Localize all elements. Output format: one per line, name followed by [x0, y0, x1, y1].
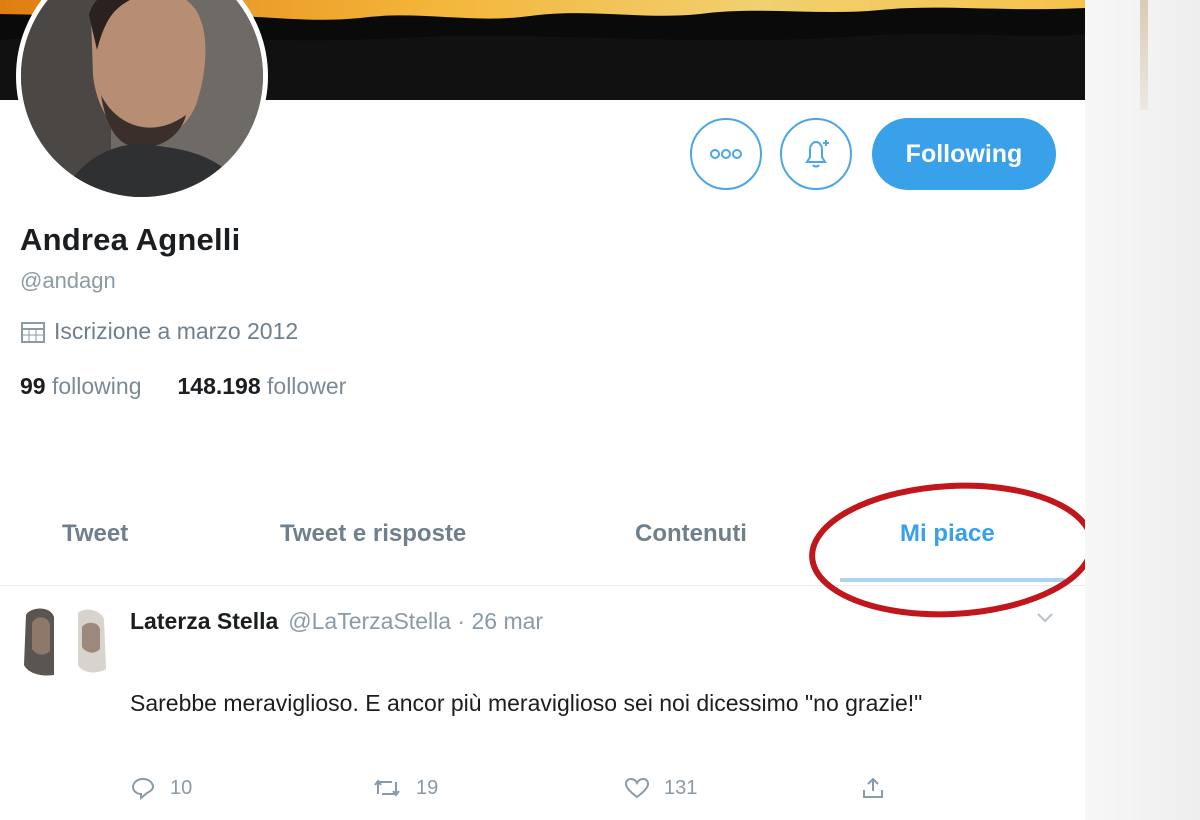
page-background — [1085, 0, 1200, 820]
tab-contenuti[interactable]: Contenuti — [635, 520, 747, 548]
following-count: 99 — [20, 373, 46, 399]
profile-stats: 99 following 148.198 follower — [20, 373, 346, 400]
profile-card: Following Andrea Agnelli @andagn Iscrizi… — [0, 0, 1085, 820]
following-button[interactable]: Following — [872, 118, 1056, 190]
tweet-handle[interactable]: @LaTerzaStella — [288, 608, 451, 634]
followers-stat[interactable]: 148.198 follower — [177, 373, 346, 400]
join-date: Iscrizione a marzo 2012 — [20, 318, 298, 345]
following-label: following — [51, 373, 142, 399]
tab-mi-piace[interactable]: Mi piace — [900, 520, 995, 548]
reply-count: 10 — [170, 776, 193, 799]
reply-button[interactable]: 10 — [130, 776, 192, 800]
followers-count: 148.198 — [177, 373, 261, 399]
reply-icon — [131, 777, 155, 800]
following-stat[interactable]: 99 following — [20, 373, 141, 400]
background-edge — [1140, 0, 1148, 110]
profile-tabs: Tweet Tweet e risposte Contenuti Mi piac… — [0, 500, 1085, 586]
bell-plus-icon — [805, 140, 829, 168]
tweet-header: Laterza Stella @LaTerzaStella · 26 mar — [130, 608, 543, 635]
retweet-button[interactable]: 19 — [372, 776, 438, 800]
join-date-text: Iscrizione a marzo 2012 — [54, 318, 299, 344]
calendar-icon — [21, 321, 45, 343]
notifications-button[interactable] — [780, 118, 852, 190]
followers-label: follower — [267, 373, 347, 399]
profile-handle: @andagn — [20, 268, 116, 293]
chevron-down-icon[interactable] — [1036, 612, 1054, 624]
retweet-count: 19 — [416, 776, 439, 799]
tweet-date[interactable]: 26 mar — [471, 608, 543, 634]
retweet-icon — [374, 779, 400, 797]
profile-name: Andrea Agnelli — [20, 222, 241, 257]
tweet-separator: · — [451, 608, 472, 634]
tweet-author[interactable]: Laterza Stella — [130, 608, 278, 634]
heart-icon — [624, 777, 650, 799]
more-dots-icon — [710, 149, 742, 159]
tab-tweet-e-risposte[interactable]: Tweet e risposte — [280, 520, 466, 548]
like-count: 131 — [664, 776, 698, 799]
tweet-item[interactable]: Laterza Stella @LaTerzaStella · 26 mar Sa… — [0, 590, 1085, 820]
share-button[interactable] — [860, 776, 886, 800]
profile-avatar[interactable] — [16, 0, 268, 202]
active-tab-indicator — [840, 578, 1065, 582]
more-options-button[interactable] — [690, 118, 762, 190]
tab-tweet[interactable]: Tweet — [62, 520, 128, 548]
like-button[interactable]: 131 — [624, 776, 697, 800]
tweet-text: Sarebbe meraviglioso. E ancor più meravi… — [130, 690, 923, 716]
tweet-avatar[interactable] — [20, 605, 115, 677]
share-icon — [863, 777, 883, 798]
